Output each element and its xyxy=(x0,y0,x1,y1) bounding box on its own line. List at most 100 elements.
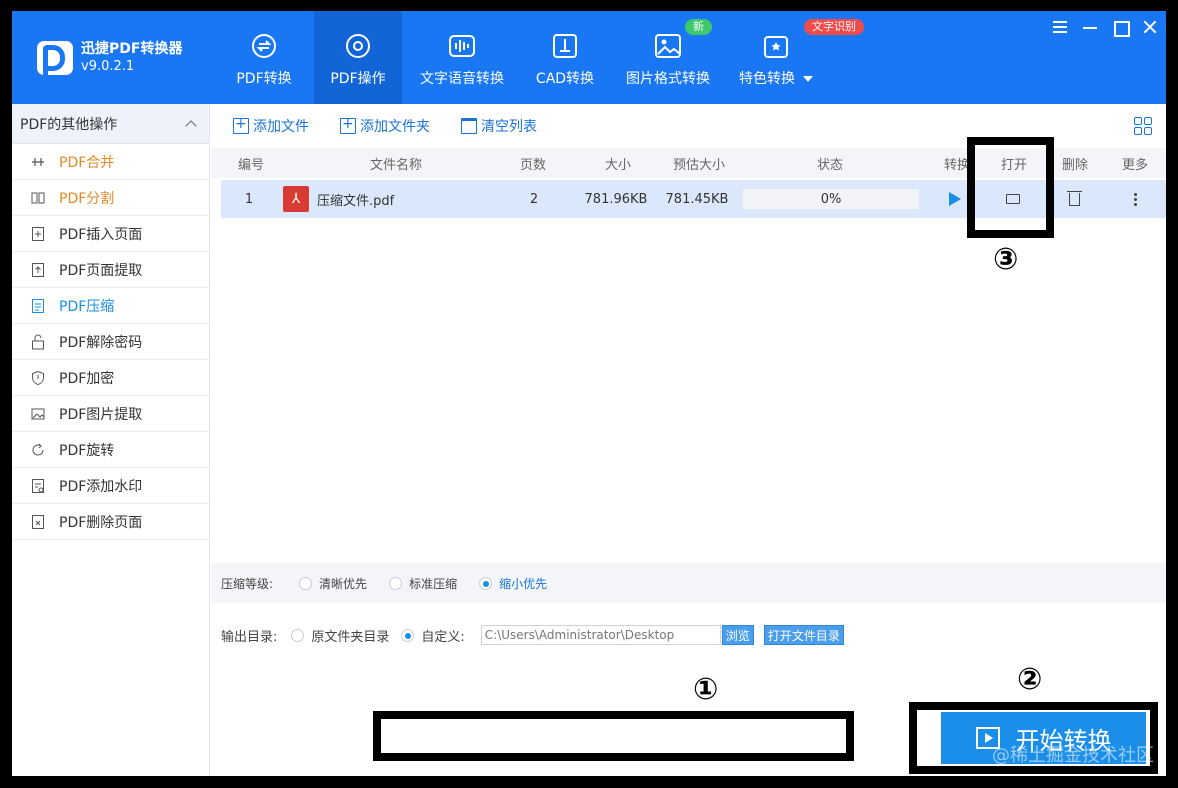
more-icon[interactable] xyxy=(1125,180,1145,218)
chevron-down-icon[interactable] xyxy=(803,76,813,82)
sidebar-title: PDF的其他操作 xyxy=(20,116,118,133)
output-label: 输出目录: xyxy=(221,629,278,645)
image-icon xyxy=(653,31,683,61)
sidebar-item-label: PDF旋转 xyxy=(59,442,115,459)
col-more: 更多 xyxy=(1121,157,1148,173)
open-folder-button[interactable]: 打开文件目录 xyxy=(763,625,844,645)
output-row: 输出目录: 原文件夹目录 自定义: C:\Users\Administrator… xyxy=(221,625,844,645)
radio-original-dir[interactable]: 原文件夹目录 xyxy=(291,626,389,645)
trash-icon xyxy=(461,118,477,134)
compression-label: 压缩等级: xyxy=(221,576,274,591)
add-folder-label: 添加文件夹 xyxy=(360,119,430,135)
sidebar-item-encrypt[interactable]: PDF加密 xyxy=(12,360,209,396)
radio-smallest[interactable]: 缩小优先 xyxy=(479,575,547,592)
compress-icon xyxy=(31,298,45,314)
grid-view-icon[interactable] xyxy=(1134,117,1152,135)
nav-feature[interactable]: 文字识别 特色转换 xyxy=(728,11,864,104)
app-logo xyxy=(37,41,73,77)
cad-icon xyxy=(550,31,580,61)
file-size: 781.96KB xyxy=(584,191,648,207)
col-filename: 文件名称 xyxy=(369,157,422,173)
col-delete: 删除 xyxy=(1061,157,1088,173)
sidebar-item-label: PDF合并 xyxy=(59,154,115,171)
col-pages: 页数 xyxy=(519,157,546,173)
progress-bar: 0% xyxy=(743,189,919,209)
sidebar-item-decrypt[interactable]: PDF解除密码 xyxy=(12,324,209,360)
main-nav: PDF转换 PDF操作 文字语音转换 CAD转换 新 图片格式转换 文字识别 特… xyxy=(214,11,864,104)
new-badge: 新 xyxy=(685,19,712,35)
pdf-file-icon: ⅄ xyxy=(283,186,309,212)
title-bar: 迅捷PDF转换器 v9.0.2.1 PDF转换 PDF操作 文字语音转换 CAD… xyxy=(12,11,1166,104)
sidebar-item-split[interactable]: PDF分割 xyxy=(12,180,209,216)
sidebar-item-label: PDF分割 xyxy=(59,190,115,207)
annotation-box-open xyxy=(967,137,1054,238)
watermark-text: @稀土掘金技术社区 xyxy=(992,745,1154,766)
nav-label: 图片格式转换 xyxy=(626,71,710,87)
nav-image-format[interactable]: 新 图片格式转换 xyxy=(608,11,728,104)
sidebar-item-merge[interactable]: PDF合并 xyxy=(12,144,209,180)
delete-page-icon xyxy=(31,514,45,530)
col-est-size: 预估大小 xyxy=(672,157,725,173)
sidebar-item-label: PDF压缩 xyxy=(59,298,115,315)
app-name: 迅捷PDF转换器 xyxy=(81,41,183,57)
radio-clarity[interactable]: 清晰优先 xyxy=(299,575,367,592)
annotation-number-2: ② xyxy=(1017,662,1043,697)
window-controls xyxy=(1052,19,1158,37)
sidebar-item-label: PDF页面提取 xyxy=(59,262,143,279)
add-folder-icon xyxy=(340,116,356,134)
sidebar-item-compress[interactable]: PDF压缩 xyxy=(12,288,209,324)
nav-label: 特色转换 xyxy=(739,68,813,88)
add-file-button[interactable]: 添加文件 xyxy=(233,116,309,136)
annotation-box-output xyxy=(373,711,854,761)
radio-custom-dir[interactable]: 自定义: xyxy=(401,626,465,645)
sidebar: PDF的其他操作 PDF合并 PDF分割 PDF插入页面 PDF页面提取 PDF… xyxy=(12,104,210,776)
nav-label: PDF操作 xyxy=(330,71,386,87)
sidebar-item-rotate[interactable]: PDF旋转 xyxy=(12,432,209,468)
nav-text-speech[interactable]: 文字语音转换 xyxy=(402,11,522,104)
pdf-convert-icon xyxy=(249,31,279,61)
image-extract-icon xyxy=(31,406,45,422)
app-version: v9.0.2.1 xyxy=(81,59,135,74)
watermark-icon xyxy=(31,478,45,494)
add-file-label: 添加文件 xyxy=(253,119,309,135)
sidebar-item-delete-page[interactable]: PDF删除页面 xyxy=(12,504,209,540)
chevron-up-icon[interactable] xyxy=(185,119,197,132)
nav-label: CAD转换 xyxy=(535,71,595,87)
app-window: 迅捷PDF转换器 v9.0.2.1 PDF转换 PDF操作 文字语音转换 CAD… xyxy=(12,11,1166,776)
audio-wave-icon xyxy=(447,31,477,61)
output-path-input[interactable]: C:\Users\Administrator\Desktop xyxy=(480,625,721,645)
sidebar-item-extract-page[interactable]: PDF页面提取 xyxy=(12,252,209,288)
extract-page-icon xyxy=(31,262,45,278)
sidebar-item-insert-page[interactable]: PDF插入页面 xyxy=(12,216,209,252)
ocr-badge: 文字识别 xyxy=(804,19,864,35)
sidebar-item-extract-image[interactable]: PDF图片提取 xyxy=(12,396,209,432)
add-folder-button[interactable]: 添加文件夹 xyxy=(340,116,430,136)
close-icon[interactable] xyxy=(1142,19,1158,35)
annotation-number-1: ① xyxy=(693,672,719,707)
browse-button[interactable]: 浏览 xyxy=(721,625,754,645)
row-number: 1 xyxy=(244,191,254,207)
annotation-number-3: ③ xyxy=(993,242,1019,277)
delete-icon[interactable] xyxy=(1064,180,1084,218)
col-number: 编号 xyxy=(237,157,264,173)
minimize-icon[interactable] xyxy=(1082,19,1098,35)
nav-cad[interactable]: CAD转换 xyxy=(522,11,608,104)
unlock-icon xyxy=(31,334,45,350)
status-cell: 0% xyxy=(743,180,919,218)
est-size: 781.45KB xyxy=(665,191,729,207)
file-name-cell: ⅄ 压缩文件.pdf xyxy=(283,180,443,218)
menu-icon[interactable] xyxy=(1052,19,1068,35)
nav-label: 文字语音转换 xyxy=(420,71,504,87)
play-icon[interactable] xyxy=(945,180,965,218)
sidebar-item-watermark[interactable]: PDF添加水印 xyxy=(12,468,209,504)
compression-row: 压缩等级: 清晰优先 标准压缩 缩小优先 xyxy=(211,563,1166,603)
nav-label: PDF转换 xyxy=(236,71,292,87)
clear-list-button[interactable]: 清空列表 xyxy=(461,116,537,136)
sidebar-header[interactable]: PDF的其他操作 xyxy=(12,104,209,144)
nav-pdf-operate[interactable]: PDF操作 xyxy=(314,11,402,104)
sidebar-item-label: PDF添加水印 xyxy=(59,478,143,495)
maximize-icon[interactable] xyxy=(1112,19,1130,37)
nav-pdf-convert[interactable]: PDF转换 xyxy=(214,11,314,104)
sidebar-item-label: PDF加密 xyxy=(59,370,115,387)
radio-standard[interactable]: 标准压缩 xyxy=(389,575,457,592)
